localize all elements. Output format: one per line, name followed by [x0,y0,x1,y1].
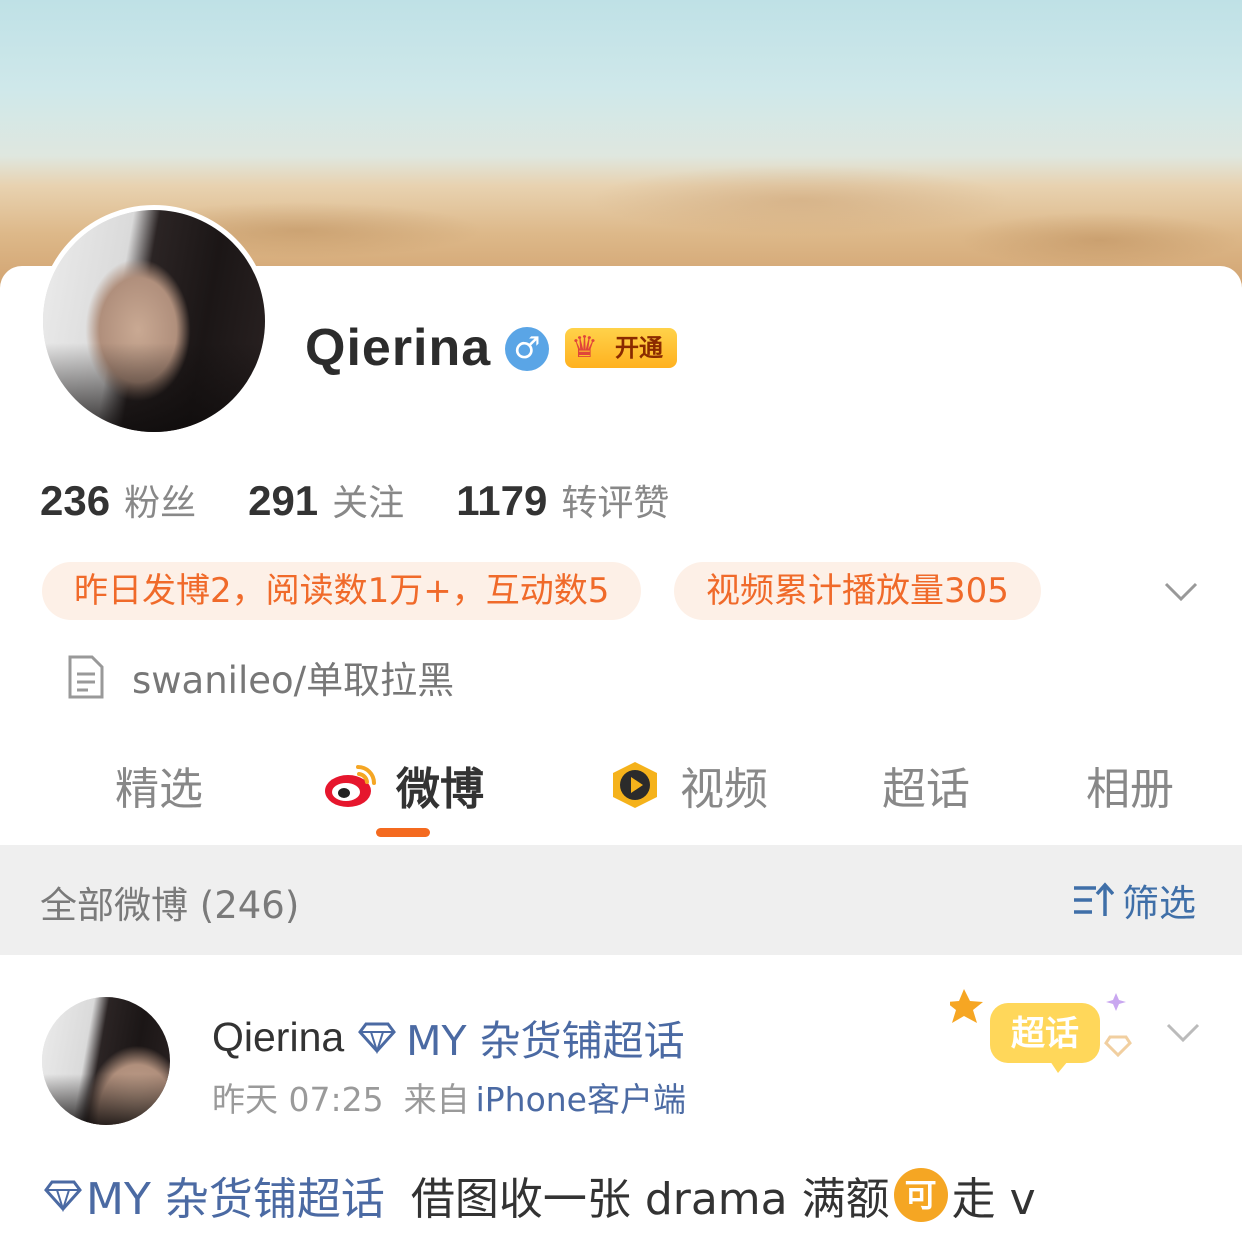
tab-label: 微博 [396,764,484,815]
avatar[interactable] [38,205,270,437]
post-source[interactable]: iPhone客户端 [476,1073,686,1121]
post-time: 昨天 07:25 [212,1080,384,1119]
chevron-down-icon[interactable] [1162,572,1200,610]
stat-following[interactable]: 291 关注 [248,474,404,526]
tab-weibo[interactable]: 微博 [322,750,484,820]
all-weibo-label: 全部微博 (246) [40,884,300,927]
stat-value: 1179 [456,477,548,524]
post-body-text: 借图收一张 drama 满额 [410,1174,890,1225]
supertopic-badge[interactable]: 超话 [950,985,1140,1075]
active-tab-indicator [376,828,430,837]
tab-label: 精选 [115,764,203,815]
crown-icon: ♛ [571,330,598,365]
tab-video[interactable]: 视频 [606,750,768,820]
post-from-prefix: 来自 [403,1080,470,1119]
tab-label: 视频 [680,764,768,815]
avatar-image [42,997,170,1125]
filter-button[interactable]: 筛选 [1072,873,1196,927]
ke-emoji-badge: 可 [893,1168,948,1222]
document-icon [68,655,104,699]
avatar-image [43,210,265,432]
stat-followers[interactable]: 236 粉丝 [40,474,196,526]
tab-featured[interactable]: 精选 [115,750,203,820]
tab-label: 相册 [1086,764,1174,815]
post-meta: 昨天 07:25 来自 iPhone客户端 [212,1073,686,1121]
post-header: Qierina MY 杂货铺超话 [212,1007,685,1067]
vip-label: 开通 [615,334,663,362]
stat-label: 粉丝 [124,483,197,524]
weibo-post[interactable]: Qierina MY 杂货铺超话 昨天 07:25 来自 iPhone客户端 超… [0,955,1242,1242]
post-body: MY 杂货铺超话 借图收一张 drama 满额 可 走 v [44,1163,1036,1227]
post-supertopic-link[interactable]: MY 杂货铺超话 [406,1007,684,1067]
filter-label: 筛选 [1122,882,1196,925]
diamond-icon [358,1022,397,1054]
yesterday-stats-pill[interactable]: 昨日发博2，阅读数1万+，互动数5 [42,562,642,620]
bio-row: swanileo/单取拉黑 [66,650,454,704]
profile-page: Qierina ♂ ♛ 开通 236 粉丝 291 关注 1179 转评赞 昨日… [0,0,1242,1242]
tab-supertopic[interactable]: 超话 [882,750,970,820]
profile-name: Qierina [305,319,492,377]
male-icon: ♂ [505,327,549,371]
stat-label: 转评赞 [561,483,670,524]
sort-filter-icon [1074,882,1114,916]
stat-value: 236 [40,477,111,524]
profile-stats: 236 粉丝 291 关注 1179 转评赞 [40,474,721,526]
chevron-down-icon[interactable] [1164,1013,1202,1051]
weibo-icon [325,765,376,807]
video-icon [613,762,657,808]
post-author[interactable]: Qierina [212,1014,344,1061]
stat-label: 关注 [332,483,405,524]
post-avatar[interactable] [42,997,170,1125]
filter-bar: 全部微博 (246) 筛选 [0,845,1242,955]
stat-value: 291 [248,477,319,524]
video-plays-pill[interactable]: 视频累计播放量305 [674,562,1041,620]
profile-tabs: 精选 微博 视频 超话 相册 [0,745,1242,845]
tab-album[interactable]: 相册 [1086,750,1174,820]
diamond-icon [44,1180,82,1212]
supertopic-badge-label: 超话 [1011,1014,1079,1054]
tab-label: 超话 [882,764,970,815]
post-body-topic-link[interactable]: MY 杂货铺超话 [86,1163,385,1227]
bio-text: swanileo/单取拉黑 [132,659,455,702]
post-body-text-end: 走 v [951,1174,1036,1225]
stat-interactions[interactable]: 1179 转评赞 [456,474,669,526]
vip-open-button[interactable]: ♛ 开通 [565,328,677,368]
